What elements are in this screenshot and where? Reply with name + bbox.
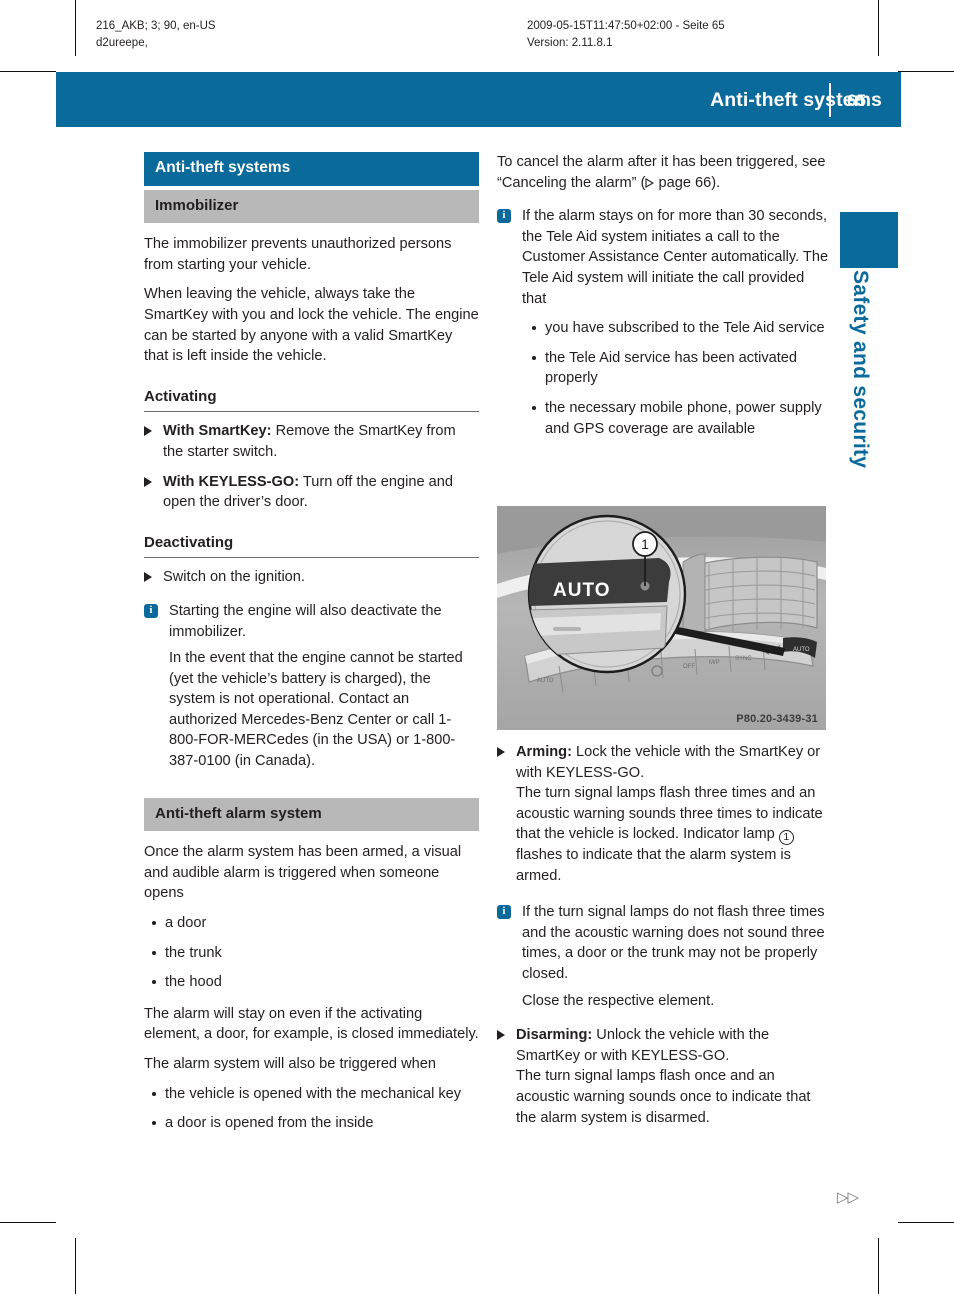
crop-mark-top-right-vertical [878, 0, 879, 56]
arming-detail-text-end: flashes to indicate that the alarm syste… [516, 846, 791, 884]
subsection-heading-anti-theft-alarm-system: Anti-theft alarm system [144, 797, 479, 832]
print-meta-left: 216_AKB; 3; 90, en-US d2ureepe, [96, 20, 216, 49]
crop-mark-bottom-right-vertical [878, 1238, 879, 1294]
action-step-text: Switch on the ignition. [163, 569, 305, 586]
bullet-dot-icon [152, 980, 156, 985]
action-triangle-icon [144, 476, 152, 487]
note-turn-signal-text-1: If the turn signal lamps do not flash th… [522, 904, 825, 982]
svg-text:AUTO: AUTO [537, 678, 554, 684]
action-step-lead: With SmartKey: [163, 423, 272, 440]
bullet-dot-icon [152, 921, 156, 926]
tele-aid-condition-list: you have subscribed to the Tele Aid serv… [524, 318, 832, 439]
action-step-keyless-go: With KEYLESS-GO: Turn off the engine and… [144, 472, 479, 513]
list-item-label: the necessary mobile phone, power supply… [545, 399, 822, 437]
immobilizer-paragraph-2: When leaving the vehicle, always take th… [144, 286, 479, 365]
list-item: the hood [144, 972, 479, 993]
bullet-dot-icon [532, 405, 536, 410]
crop-mark-top-left-vertical [75, 0, 76, 56]
crop-mark-top-left-horizontal [0, 71, 56, 72]
action-step-disarming: Disarming: Unlock the vehicle with the S… [497, 1025, 832, 1128]
bullet-dot-icon [532, 326, 536, 331]
info-icon: i [497, 209, 511, 224]
list-item-label: the Tele Aid service has been activated … [545, 349, 798, 387]
action-step-smartkey: With SmartKey: Remove the SmartKey from … [144, 421, 479, 462]
svg-text:1: 1 [641, 536, 649, 552]
action-step-lead: With KEYLESS-GO: [163, 473, 300, 490]
list-item-label: a door is opened from the inside [165, 1115, 374, 1132]
alarm-also-trigger-bullet-list: the vehicle is opened with the mechanica… [144, 1084, 479, 1134]
action-step-switch-ignition: Switch on the ignition. [144, 567, 479, 588]
heading-deactivating: Deactivating [144, 533, 479, 559]
svg-text:M/P: M/P [709, 660, 720, 666]
list-item: the vehicle is opened with the mechanica… [144, 1084, 479, 1105]
crop-mark-bottom-left-horizontal [0, 1222, 56, 1223]
list-item-label: the hood [165, 974, 222, 991]
header-divider [829, 83, 831, 117]
info-icon: i [497, 905, 511, 920]
alarm-trigger-bullet-list: a door the trunk the hood [144, 913, 479, 993]
arming-detail-text: The turn signal lamps flash three times … [516, 785, 823, 843]
list-item: a door is opened from the inside [144, 1113, 479, 1134]
list-item: a door [144, 913, 479, 934]
svg-text:AUTO: AUTO [553, 580, 610, 601]
chapter-thumb-label: Safety and security [849, 270, 872, 469]
info-icon: i [144, 603, 158, 618]
figure-dashboard-indicator-lamp: AUTO OFF M/P SYNC AUTO AUTO 1 P80.20-343… [497, 506, 826, 730]
page-number: 65 [847, 91, 866, 110]
note-tele-aid-text: If the alarm stays on for more than 30 s… [522, 208, 829, 307]
bullet-dot-icon [152, 1091, 156, 1096]
alarm-also-triggered-paragraph: The alarm system will also be triggered … [144, 1056, 436, 1072]
figure-illustration: AUTO OFF M/P SYNC AUTO AUTO 1 [497, 506, 826, 730]
section-heading-anti-theft-systems: Anti-theft systems [144, 152, 479, 186]
action-triangle-icon [144, 572, 152, 583]
list-item-label: you have subscribed to the Tele Aid serv… [545, 320, 825, 337]
heading-activating: Activating [144, 387, 479, 413]
figure-code: P80.20-3439-31 [736, 713, 818, 725]
action-step-lead: Arming: [516, 744, 572, 760]
list-item-label: the vehicle is opened with the mechanica… [165, 1085, 462, 1102]
bullet-dot-icon [152, 950, 156, 955]
note-tele-aid: i If the alarm stays on for more than 30… [497, 206, 832, 439]
immobilizer-paragraph-1: The immobilizer prevents unauthorized pe… [144, 236, 452, 273]
callout-number-1: 1 [778, 830, 794, 846]
list-item: the necessary mobile phone, power supply… [524, 398, 832, 439]
bullet-dot-icon [532, 355, 536, 360]
continuation-marker: ▷▷ [836, 1189, 859, 1206]
action-triangle-icon [497, 1030, 505, 1041]
right-column-upper: To cancel the alarm after it has been tr… [497, 152, 832, 448]
svg-text:AUTO: AUTO [793, 647, 810, 653]
list-item: the Tele Aid service has been activated … [524, 348, 832, 389]
list-item-label: a door [165, 915, 207, 932]
note-immobilizer-deactivate: i Starting the engine will also deactiva… [144, 601, 479, 772]
note-paragraph-2: In the event that the engine cannot be s… [169, 650, 463, 770]
action-step-arming: Arming: Lock the vehicle with the SmartK… [497, 742, 832, 886]
bullet-dot-icon [152, 1121, 156, 1126]
right-column-lower: Arming: Lock the vehicle with the SmartK… [497, 742, 832, 1137]
list-item: the trunk [144, 943, 479, 964]
alarm-intro-paragraph: Once the alarm system has been armed, a … [144, 844, 462, 902]
crop-mark-bottom-left-vertical [75, 1238, 76, 1294]
note-turn-signal-text-2: Close the respective element. [522, 992, 715, 1009]
cancel-alarm-page-ref: page 66). [654, 174, 721, 191]
action-triangle-icon [497, 747, 505, 757]
action-step-lead: Disarming: [516, 1027, 593, 1044]
page-reference-triangle-icon [645, 177, 655, 188]
crop-mark-bottom-right-horizontal [898, 1222, 954, 1223]
crop-mark-top-right-horizontal [898, 71, 954, 72]
action-triangle-icon [144, 426, 152, 437]
svg-text:OFF: OFF [683, 664, 695, 670]
chapter-thumb-marker [840, 212, 898, 268]
svg-text:SYNC: SYNC [735, 656, 752, 662]
list-item-label: the trunk [165, 944, 222, 961]
left-column: Anti-theft systems Immobilizer The immob… [144, 152, 479, 1143]
cancel-alarm-paragraph: To cancel the alarm after it has been tr… [497, 152, 832, 193]
alarm-stay-on-paragraph: The alarm will stay on even if the activ… [144, 1005, 479, 1043]
print-meta-right: 2009-05-15T11:47:50+02:00 - Seite 65 Ver… [527, 20, 725, 49]
note-paragraph-1: Starting the engine will also deactivate… [169, 602, 442, 640]
list-item: you have subscribed to the Tele Aid serv… [524, 318, 832, 339]
subsection-heading-immobilizer: Immobilizer [144, 189, 479, 224]
note-turn-signal: i If the turn signal lamps do not flash … [497, 902, 832, 1011]
disarming-detail-text: The turn signal lamps flash once and an … [516, 1068, 811, 1126]
